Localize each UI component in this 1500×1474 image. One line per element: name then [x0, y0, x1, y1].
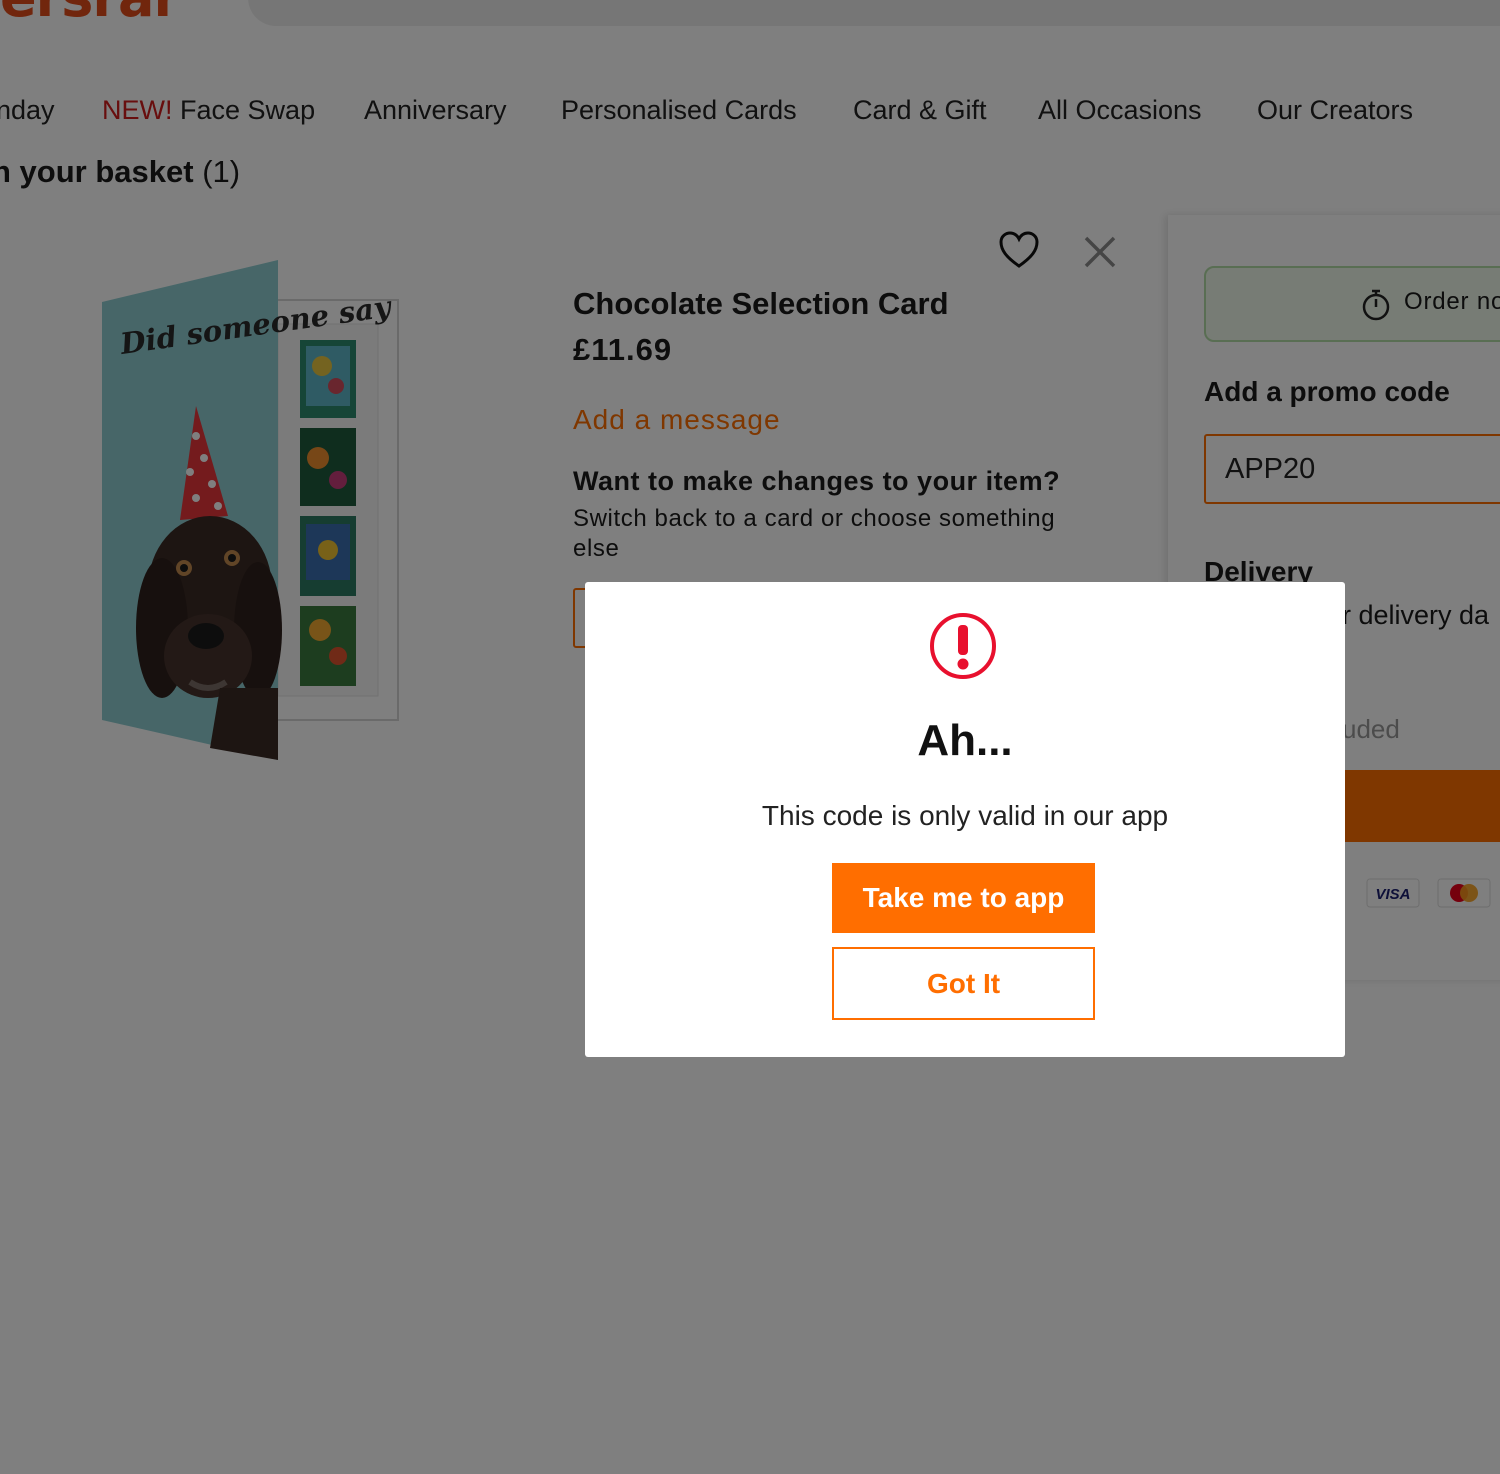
take-me-to-app-button[interactable]: Take me to app [832, 863, 1095, 933]
dialog-message: This code is only valid in our app [761, 800, 1169, 831]
promo-error-dialog: Ah... This code is only valid in our app… [585, 582, 1345, 1057]
alert-icon [930, 613, 996, 679]
dialog-title: Ah... [917, 716, 1013, 765]
got-it-button[interactable]: Got It [832, 947, 1095, 1020]
page: ersrar nday NEW! Face Swap Anniversary P… [0, 0, 1500, 1474]
